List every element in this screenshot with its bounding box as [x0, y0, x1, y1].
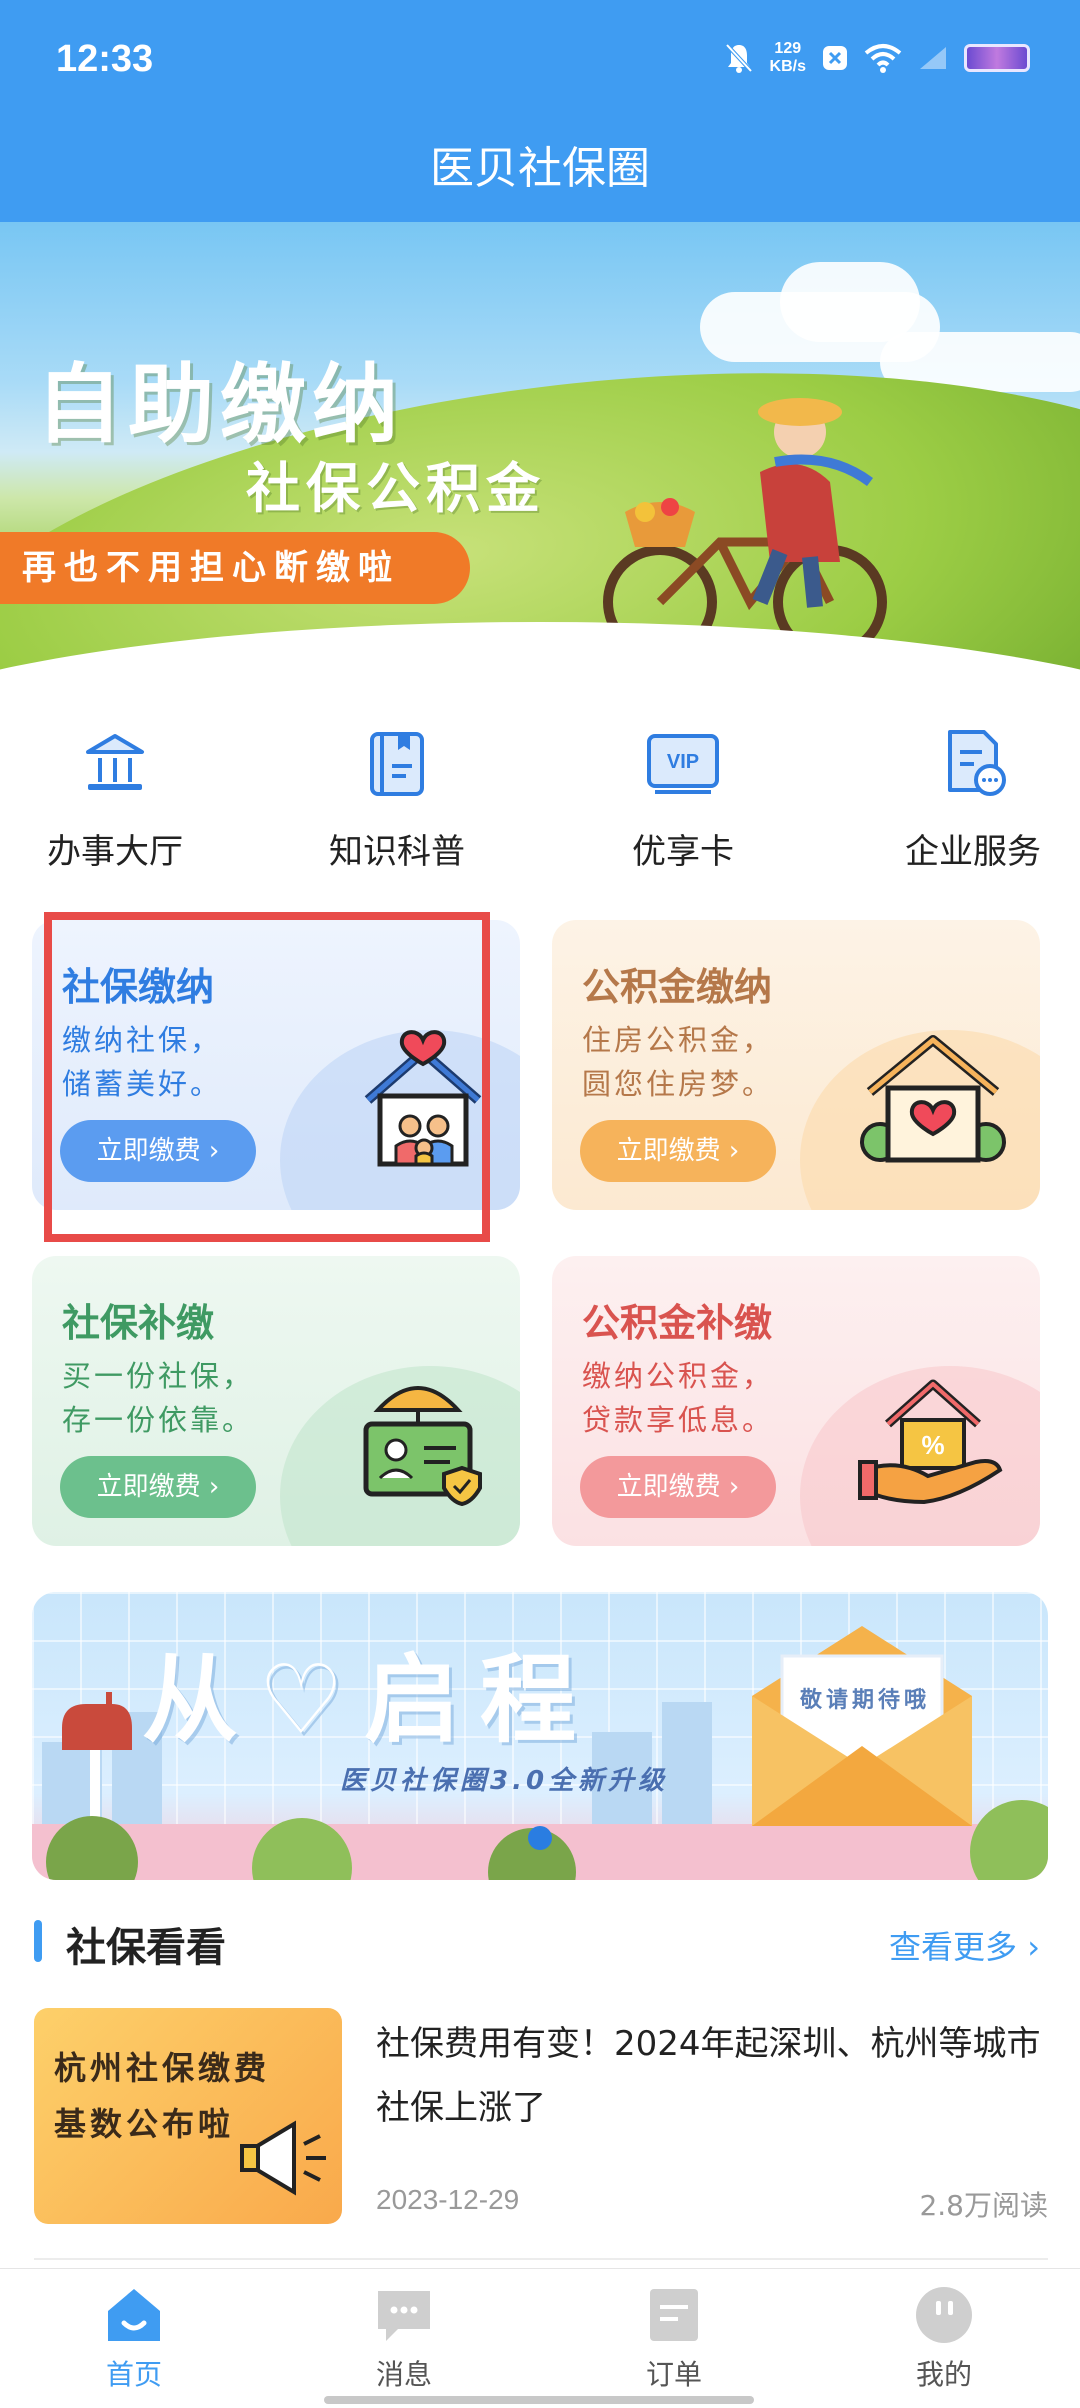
- menu-item-vip-card[interactable]: VIP 优享卡: [568, 720, 798, 873]
- card-housing-fund-payment[interactable]: 公积金缴纳 住房公积金， 圆您住房梦。 立即缴费 ›: [552, 920, 1040, 1210]
- card-desc: 缴纳公积金， 贷款享低息。: [582, 1354, 774, 1442]
- pay-now-button[interactable]: 立即缴费 ›: [580, 1456, 776, 1518]
- chevron-right-icon: ›: [1027, 1928, 1040, 1966]
- menu-label-vip-card: 优享卡: [632, 832, 734, 872]
- promo-subtitle: 医贝社保圈3.0全新升级: [340, 1766, 669, 1796]
- order-icon: [650, 2289, 698, 2341]
- page-title: 医贝社保圈: [430, 143, 650, 194]
- card-desc-line1: 住房公积金，: [582, 1023, 775, 1057]
- menu-label-enterprise: 企业服务: [905, 832, 1041, 872]
- network-speed-value: 129: [774, 40, 802, 57]
- card-desc-line1: 买一份社保，: [62, 1359, 255, 1393]
- menu-item-hall[interactable]: 办事大厅: [0, 720, 230, 873]
- cyclist-illustration: [603, 398, 887, 659]
- menu-label-hall: 办事大厅: [47, 832, 183, 872]
- hero-tag: 再也不用担心断缴啦: [0, 532, 470, 604]
- nav-messages[interactable]: 消息: [324, 2285, 484, 2393]
- message-icon: [378, 2291, 430, 2341]
- view-more-link[interactable]: 查看更多 ›: [889, 1922, 1040, 1968]
- news-read-count: 2.8万阅读: [919, 2189, 1048, 2222]
- section-title: 社保看看: [66, 1925, 226, 1971]
- promo-title: 从♡启程: [142, 1643, 597, 1756]
- network-speed: 129 KB/s: [770, 40, 806, 76]
- nav-orders[interactable]: 订单: [594, 2285, 754, 2393]
- card-desc-line2: 圆您住房梦。: [582, 1067, 775, 1101]
- divider: [34, 2258, 1048, 2260]
- hall-icon: [86, 734, 144, 790]
- nav-label-orders: 订单: [645, 2358, 702, 2391]
- envelope-icon: [752, 1626, 972, 1826]
- section-accent-bar: [34, 1920, 42, 1962]
- card-desc: 住房公积金， 圆您住房梦。: [582, 1018, 774, 1106]
- wifi-icon: [864, 44, 902, 73]
- news-title: 社保费用有变！2024年起深圳、杭州等城市社保上涨了: [376, 2024, 1041, 2128]
- card-title: 公积金缴纳: [582, 965, 773, 1009]
- megaphone-icon: [240, 2120, 326, 2196]
- card-desc-line2: 贷款享低息。: [582, 1403, 775, 1437]
- pay-now-button[interactable]: 立即缴费 ›: [60, 1456, 256, 1518]
- menu-item-enterprise[interactable]: 企业服务: [858, 720, 1080, 873]
- home-indicator[interactable]: [324, 2396, 754, 2404]
- card-title: 社保补缴: [62, 1301, 215, 1345]
- nav-label-messages: 消息: [375, 2358, 432, 2391]
- news-date: 2023-12-29: [376, 2184, 520, 2215]
- home-icon: [108, 2289, 160, 2341]
- nav-profile[interactable]: 我的: [864, 2285, 1024, 2393]
- app-header: 12:33 129 KB/s 医贝社保圈: [0, 0, 1080, 222]
- menu-item-knowledge[interactable]: 知识科普: [282, 720, 512, 873]
- mute-bell-icon: [725, 43, 753, 73]
- promo-note: 敬请期待哦: [800, 1688, 931, 1713]
- profile-icon: [916, 2287, 972, 2343]
- carousel-indicator: [528, 1826, 552, 1850]
- status-time: 12:33: [56, 38, 154, 80]
- book-icon: [370, 732, 424, 796]
- view-more-label: 查看更多: [889, 1928, 1018, 1966]
- hero-banner[interactable]: 自助缴纳 社保公积金 再也不用担心断缴啦: [0, 222, 1080, 682]
- status-icons: 129 KB/s: [724, 40, 1030, 76]
- selection-highlight-box: [44, 912, 490, 1242]
- menu-label-knowledge: 知识科普: [329, 832, 465, 872]
- card-social-security-backpay[interactable]: 社保补缴 买一份社保， 存一份依靠。 立即缴费 ›: [32, 1256, 520, 1546]
- enterprise-doc-icon: [948, 730, 1006, 796]
- nav-home[interactable]: 首页: [54, 2285, 214, 2393]
- signal-icon: [920, 47, 946, 69]
- insurance-card-icon: [363, 1386, 482, 1506]
- battery-icon: [964, 44, 1030, 72]
- bottom-navigation: 首页 消息 订单 我的: [0, 2268, 1080, 2408]
- nav-label-home: 首页: [105, 2358, 162, 2391]
- card-desc: 买一份社保， 存一份依靠。: [62, 1354, 254, 1442]
- network-speed-unit: KB/s: [769, 58, 806, 75]
- hero-title: 自助缴纳: [36, 354, 404, 455]
- news-thumbnail: 杭州社保缴费 基数公布啦: [34, 2008, 342, 2224]
- card-housing-fund-backpay[interactable]: 公积金补缴 缴纳公积金， 贷款享低息。 立即缴费 › %: [552, 1256, 1040, 1546]
- heart-house-icon: [860, 1035, 1006, 1163]
- nav-label-profile: 我的: [915, 2358, 972, 2391]
- card-desc-line1: 缴纳公积金，: [582, 1359, 775, 1393]
- pay-now-button[interactable]: 立即缴费 ›: [580, 1120, 776, 1182]
- quick-menu: 办事大厅 知识科普 VIP 优享卡 企业服务: [0, 720, 1080, 890]
- news-thumbnail-line1: 杭州社保缴费: [54, 2049, 271, 2087]
- card-title: 公积金补缴: [582, 1301, 773, 1345]
- svg-text:VIP: VIP: [667, 751, 699, 773]
- hero-subtitle: 社保公积金: [246, 456, 546, 520]
- card-desc-line2: 存一份依靠。: [62, 1403, 255, 1437]
- notification-x-icon: [823, 46, 847, 70]
- vip-card-icon: VIP: [647, 734, 719, 794]
- svg-text:%: %: [921, 1430, 944, 1460]
- loan-house-hand-icon: %: [858, 1379, 1003, 1505]
